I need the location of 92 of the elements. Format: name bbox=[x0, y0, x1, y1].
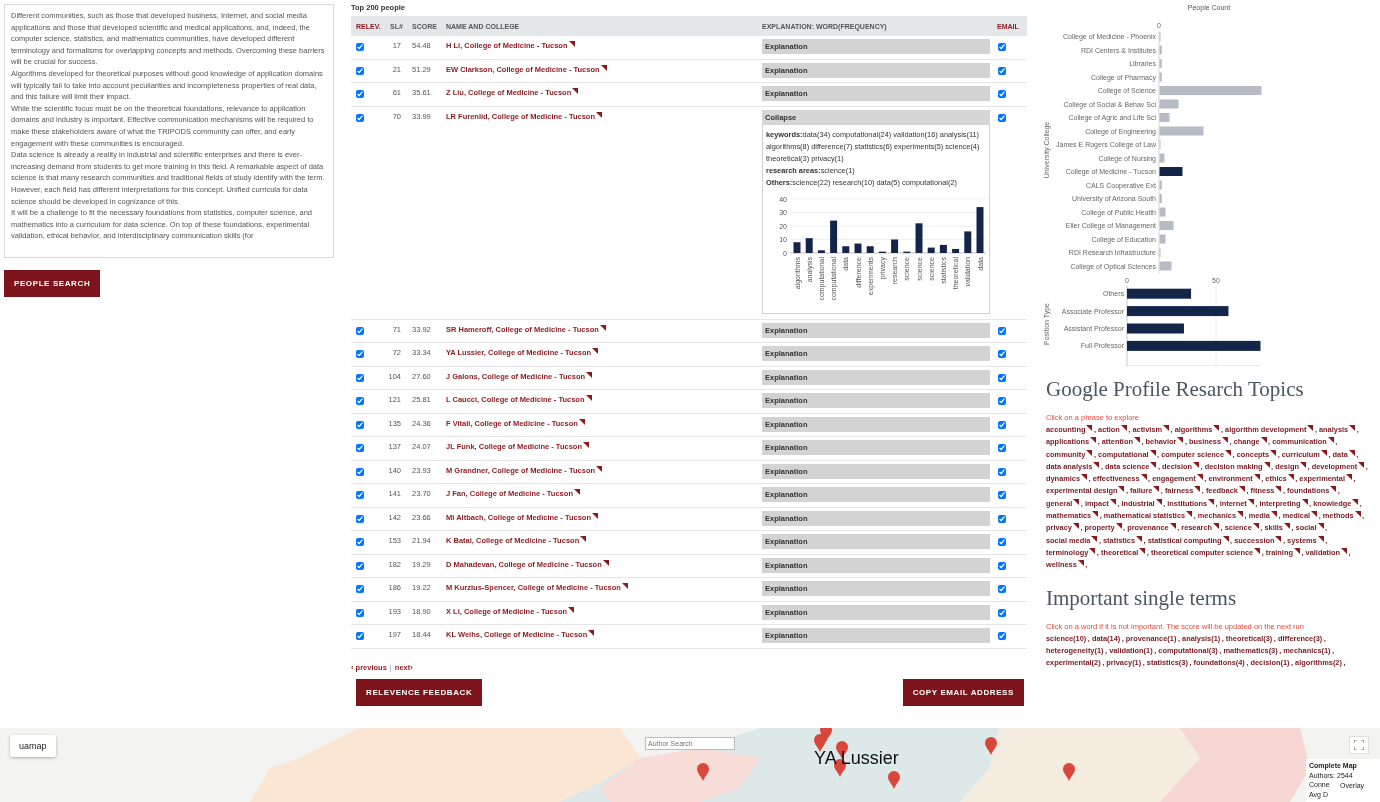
checkbox[interactable] bbox=[998, 491, 1006, 499]
triangle-icon bbox=[1115, 523, 1122, 530]
checkbox[interactable] bbox=[356, 538, 364, 546]
checkbox[interactable] bbox=[356, 632, 364, 640]
triangle-icon bbox=[621, 583, 628, 589]
triangle-icon bbox=[596, 465, 603, 472]
bar bbox=[927, 247, 935, 253]
checkbox[interactable] bbox=[356, 326, 364, 335]
checkbox[interactable] bbox=[998, 326, 1006, 335]
checkbox[interactable] bbox=[998, 538, 1006, 546]
uamap-button[interactable]: uamap bbox=[10, 735, 56, 757]
triangle-icon bbox=[588, 630, 595, 636]
section-heading: Important single terms bbox=[1046, 585, 1238, 610]
checkbox[interactable] bbox=[998, 373, 1006, 382]
bar bbox=[817, 249, 825, 253]
bar bbox=[976, 206, 984, 253]
triangle-icon bbox=[1186, 511, 1193, 518]
checkbox[interactable] bbox=[998, 397, 1006, 405]
checkbox[interactable] bbox=[998, 444, 1006, 452]
checkbox[interactable] bbox=[998, 608, 1006, 617]
checkbox[interactable] bbox=[356, 66, 364, 75]
checkbox[interactable] bbox=[356, 350, 364, 358]
checkbox[interactable] bbox=[998, 350, 1006, 358]
triangle-icon bbox=[592, 512, 598, 519]
triangle-icon bbox=[583, 442, 589, 448]
copy-email-button[interactable]: COPY EMAIL ADDRESS bbox=[902, 678, 1024, 706]
checkbox[interactable] bbox=[356, 397, 364, 405]
triangle-icon bbox=[1349, 425, 1356, 431]
fullscreen-button[interactable] bbox=[1349, 736, 1369, 754]
section-heading: Google Profile Resarch Topics bbox=[1046, 377, 1305, 401]
triangle-icon bbox=[599, 324, 606, 331]
bar bbox=[1127, 288, 1192, 299]
people-search-button[interactable]: PEOPLE SEARCH bbox=[4, 270, 101, 297]
triangle-icon bbox=[586, 371, 593, 378]
triangle-icon bbox=[1330, 486, 1337, 493]
checkbox[interactable] bbox=[356, 514, 364, 523]
checkbox[interactable] bbox=[998, 514, 1006, 523]
checkbox[interactable] bbox=[998, 90, 1006, 98]
bar bbox=[830, 220, 838, 253]
bar bbox=[842, 245, 850, 253]
checkbox[interactable] bbox=[356, 608, 364, 617]
triangle-icon bbox=[1293, 547, 1300, 554]
triangle-icon bbox=[596, 111, 603, 118]
triangle-icon bbox=[1169, 523, 1176, 530]
bar bbox=[964, 230, 972, 253]
bar bbox=[1127, 323, 1184, 334]
checkbox[interactable] bbox=[998, 632, 1006, 640]
triangle-icon bbox=[573, 489, 580, 495]
checkbox[interactable] bbox=[356, 561, 364, 570]
triangle-icon bbox=[578, 418, 585, 425]
checkbox[interactable] bbox=[356, 585, 364, 593]
bar bbox=[805, 237, 813, 253]
checkbox[interactable] bbox=[998, 585, 1006, 593]
bar bbox=[915, 222, 923, 253]
bar bbox=[952, 248, 960, 253]
triangle-icon bbox=[1073, 498, 1080, 505]
bar bbox=[854, 243, 862, 253]
triangle-icon bbox=[1254, 547, 1261, 554]
fullscreen-icon bbox=[1354, 740, 1364, 750]
map-label: YA Lussier bbox=[814, 748, 899, 768]
triangle-icon bbox=[602, 559, 609, 566]
relevance-feedback-button[interactable]: RELEVENCE FEEDBACK bbox=[356, 678, 483, 706]
triangle-icon bbox=[1072, 523, 1079, 530]
checkbox[interactable] bbox=[356, 90, 364, 98]
triangle-icon bbox=[1307, 425, 1314, 431]
checkbox[interactable] bbox=[356, 491, 364, 499]
bar bbox=[891, 239, 899, 253]
triangle-icon bbox=[600, 64, 607, 71]
checkbox[interactable] bbox=[356, 43, 364, 51]
triangle-icon bbox=[585, 395, 592, 401]
triangle-icon bbox=[568, 41, 575, 47]
bar bbox=[866, 245, 874, 253]
triangle-icon bbox=[1252, 523, 1259, 530]
triangle-icon bbox=[568, 606, 575, 613]
checkbox[interactable] bbox=[356, 467, 364, 476]
checkbox[interactable] bbox=[356, 444, 364, 452]
checkbox[interactable] bbox=[998, 43, 1006, 51]
checkbox[interactable] bbox=[998, 66, 1006, 75]
checkbox[interactable] bbox=[356, 420, 364, 429]
checkbox[interactable] bbox=[998, 561, 1006, 570]
triangle-icon bbox=[572, 88, 579, 94]
triangle-icon bbox=[592, 348, 599, 354]
triangle-icon bbox=[580, 536, 587, 542]
checkbox[interactable] bbox=[998, 467, 1006, 476]
bar bbox=[793, 241, 801, 253]
bar bbox=[939, 244, 947, 253]
checkbox[interactable] bbox=[356, 113, 364, 122]
checkbox[interactable] bbox=[998, 420, 1006, 429]
checkbox[interactable] bbox=[356, 373, 364, 382]
triangle-icon bbox=[1092, 511, 1099, 518]
checkbox[interactable] bbox=[998, 113, 1006, 122]
triangle-icon bbox=[1341, 547, 1348, 554]
